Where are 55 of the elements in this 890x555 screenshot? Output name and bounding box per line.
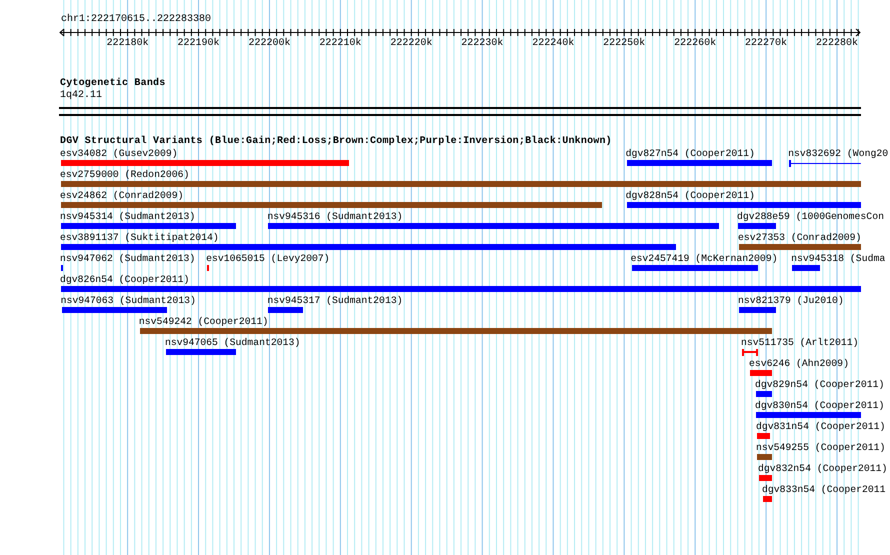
band-label: 1q42.11: [60, 90, 104, 102]
variant-label: esv2759000 (Redon2006): [60, 169, 190, 181]
variant-label: esv27353 (Conrad2009): [738, 232, 862, 244]
scale-label: 222270k: [745, 38, 788, 50]
scale-label: 222280k: [816, 38, 858, 50]
variant-label: nsv945318 (Sudma: [791, 253, 886, 265]
variant-bar[interactable]: [207, 265, 210, 271]
track-title: DGV Structural Variants (Blue:Gain;Red:Loss;Brown:Complex;Purple:Inversion;Black:Unknown): [60, 136, 613, 148]
scale-label: 222200k: [248, 38, 290, 50]
variant-label: nsv549255 (Cooper2011): [756, 442, 886, 454]
variant-label: nsv947065 (Sudmant2013): [165, 337, 300, 349]
variant-bar[interactable]: [763, 496, 772, 502]
variant-label: dgv288e59 (1000GenomesCon: [736, 211, 884, 223]
variant-label: esv3891137 (Suktitipat2014): [60, 232, 219, 244]
variant-bar[interactable]: [738, 223, 776, 229]
scale-label: 222250k: [603, 38, 646, 50]
variant-label: esv1065015 (Levy2007): [206, 253, 330, 265]
variant-label: nsv511735 (Arlt2011): [740, 337, 859, 349]
variant-label: nsv945316 (Sudmant2013): [267, 211, 403, 223]
variant-label: dgv831n54 (Cooper2011): [756, 421, 886, 433]
variant-line[interactable]: [789, 160, 861, 167]
variant-label: dgv833n54 (Cooper2011: [762, 484, 886, 496]
variant-interval[interactable]: [742, 349, 758, 356]
track-title: Cytogenetic Bands: [60, 78, 166, 90]
variant-label: esv34082 (Gusev2009): [60, 148, 178, 160]
scale-label: 222220k: [390, 38, 432, 50]
scale-label: 222180k: [106, 38, 149, 50]
scale-label: 222240k: [532, 38, 574, 50]
variant-bar[interactable]: [757, 433, 770, 439]
variant-label: nsv549242 (Cooper2011): [138, 316, 268, 328]
variant-bar[interactable]: [759, 475, 772, 481]
variant-bar[interactable]: [756, 391, 772, 397]
variant-label: dgv832n54 (Cooper2011): [758, 463, 888, 475]
variant-label: dgv830n54 (Cooper2011): [755, 400, 884, 412]
variant-label: esv24862 (Conrad2009): [60, 190, 184, 202]
region-title: chr1:222170615..222283380: [61, 14, 212, 26]
variant-label: dgv828n54 (Cooper2011): [626, 190, 755, 202]
variant-label: nsv832692 (Wong20: [788, 148, 888, 160]
scale-label: 222260k: [674, 38, 716, 50]
variant-label: nsv821379 (Ju2010): [738, 295, 844, 307]
variant-label: nsv947063 (Sudmant2013): [60, 295, 196, 307]
variant-bar[interactable]: [738, 307, 776, 313]
variant-bar[interactable]: [750, 370, 772, 376]
variant-label: nsv945317 (Sudmant2013): [267, 295, 403, 307]
variant-label: dgv826n54 (Cooper2011): [60, 274, 190, 286]
variant-label: dgv829n54 (Cooper2011): [755, 379, 884, 391]
variant-label: esv6246 (Ahn2009): [749, 358, 849, 370]
variant-bar[interactable]: [757, 454, 772, 460]
scale-label: 222190k: [178, 38, 220, 50]
scale-label: 222230k: [461, 38, 504, 50]
variant-label: nsv945314 (Sudmant2013): [60, 211, 196, 223]
variant-label: esv2457419 (McKernan2009): [630, 253, 778, 265]
scale-label: 222210k: [319, 38, 362, 50]
variant-label: dgv827n54 (Cooper2011): [626, 148, 755, 160]
variant-label: nsv947062 (Sudmant2013): [60, 253, 196, 265]
